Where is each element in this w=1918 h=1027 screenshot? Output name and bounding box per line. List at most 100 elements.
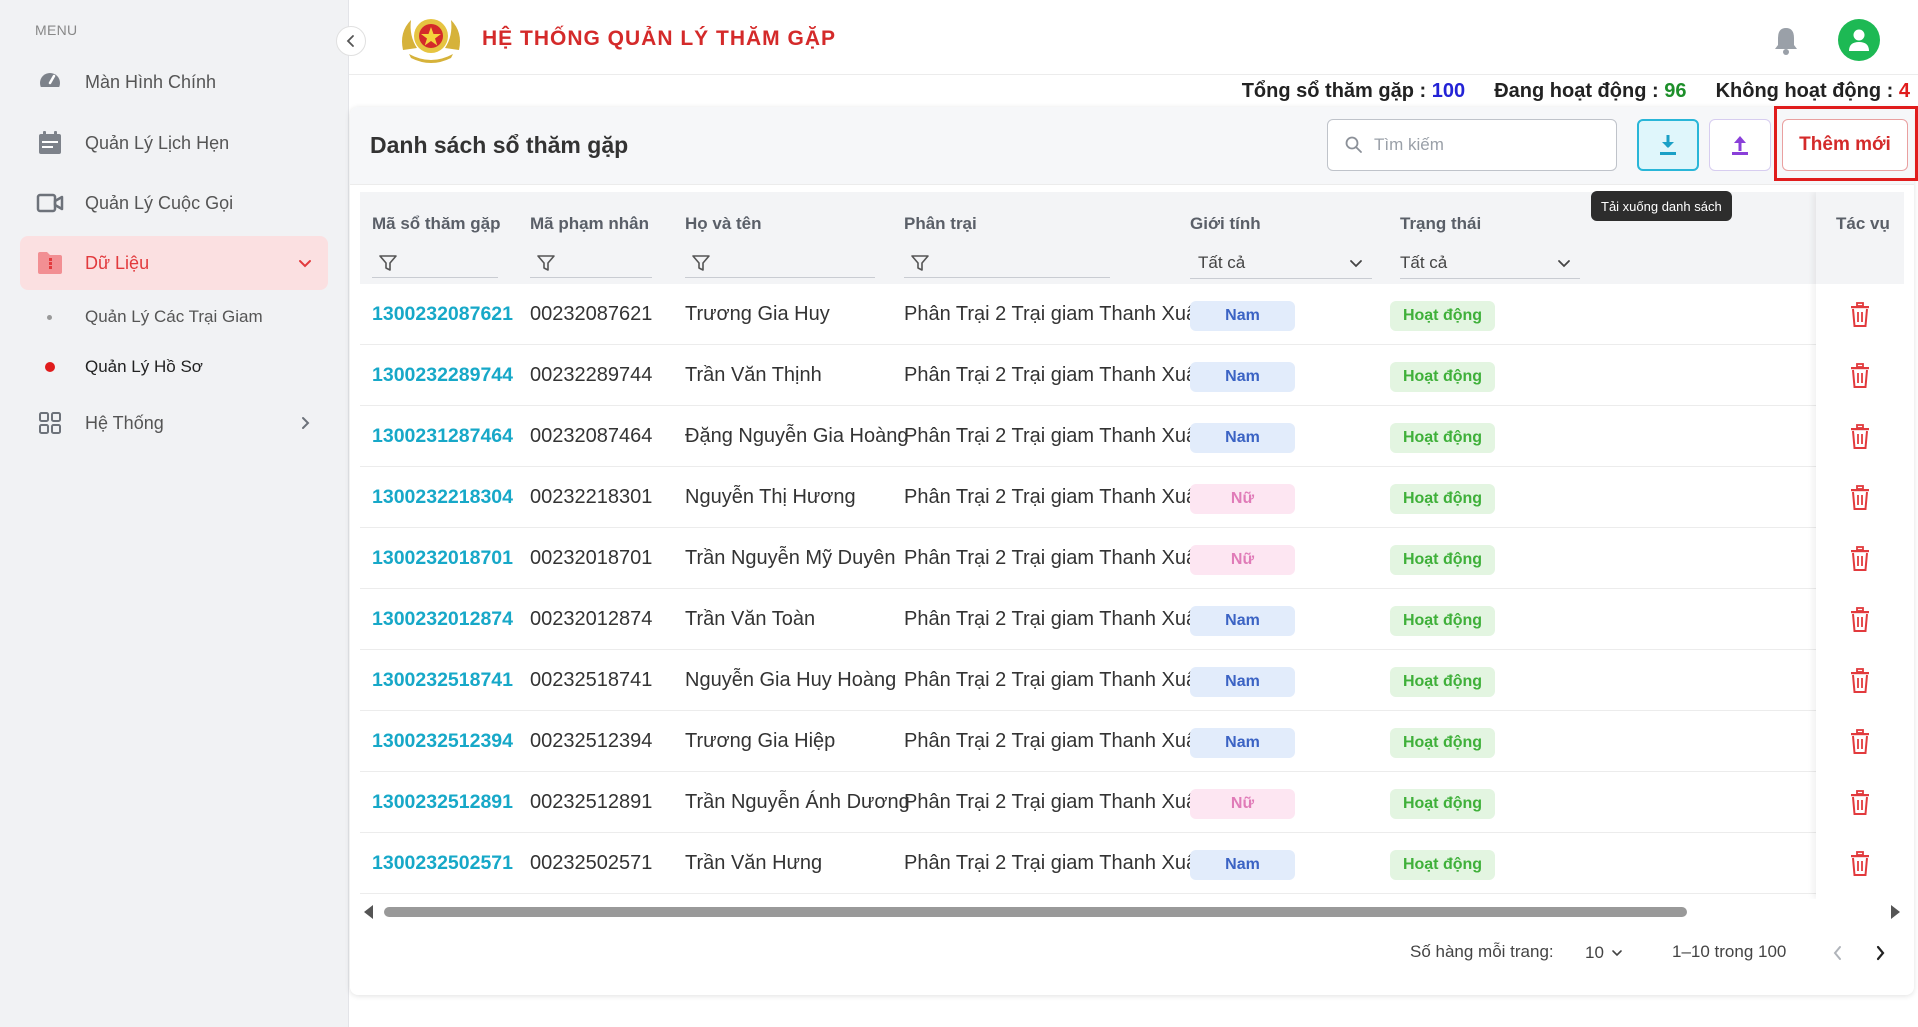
delete-icon[interactable]: [1849, 729, 1871, 755]
sidebar-collapse-button[interactable]: [336, 26, 366, 56]
table-row[interactable]: 1300232289744 00232289744 Trần Văn Thịnh Ph…: [360, 345, 1904, 406]
scroll-left-icon[interactable]: [364, 905, 373, 919]
filter-prisoner[interactable]: [530, 248, 652, 278]
horizontal-scrollbar[interactable]: [360, 899, 1904, 923]
table-row[interactable]: 1300232012874 00232012874 Trần Văn Toàn Phâ…: [360, 589, 1904, 650]
user-avatar[interactable]: [1838, 19, 1880, 61]
prev-page-button[interactable]: [1828, 943, 1848, 963]
sidebar-item-dashboard[interactable]: Màn Hình Chính: [20, 55, 328, 109]
sidebar-item-system[interactable]: Hệ Thống: [20, 396, 328, 450]
status-badge: Hoạt động: [1390, 728, 1495, 758]
record-code-link[interactable]: 1300232502571: [372, 852, 513, 875]
upload-button[interactable]: [1709, 119, 1771, 171]
status-badge: Hoạt động: [1390, 545, 1495, 575]
gender-filter-select[interactable]: Tất cả: [1190, 247, 1372, 279]
gender-badge: Nam: [1190, 362, 1295, 392]
table-row[interactable]: 1300232502571 00232502571 Trần Văn Hưng Phâ…: [360, 833, 1904, 894]
record-code-link[interactable]: 1300232087621: [372, 303, 513, 326]
record-code-link[interactable]: 1300232018701: [372, 547, 513, 570]
column-header-code[interactable]: Mã sổ thăm gặp: [372, 214, 500, 234]
gender-badge: Nam: [1190, 423, 1295, 453]
filter-icon: [537, 254, 555, 271]
camp-name: Phân Trại 2 Trại giam Thanh Xuân: [904, 364, 1209, 386]
sidebar-subitem-camps[interactable]: Quản Lý Các Trại Giam: [20, 297, 328, 337]
sidebar-item-label: Quản Lý Hồ Sơ: [85, 357, 203, 376]
delete-icon[interactable]: [1849, 546, 1871, 572]
chevron-right-icon: [296, 414, 314, 432]
download-button[interactable]: [1637, 119, 1699, 171]
status-filter-select[interactable]: Tất cả: [1400, 247, 1580, 279]
bell-icon[interactable]: [1772, 25, 1800, 55]
record-code-link[interactable]: 1300232012874: [372, 608, 513, 631]
delete-icon[interactable]: [1849, 485, 1871, 511]
table-row[interactable]: 1300232018701 00232018701 Trần Nguyễn Mỹ D…: [360, 528, 1904, 589]
delete-icon[interactable]: [1849, 424, 1871, 450]
gender-badge: Nam: [1190, 728, 1295, 758]
sidebar-item-label: Quản Lý Các Trại Giam: [85, 307, 263, 326]
status-badge: Hoạt động: [1390, 667, 1495, 697]
full-name: Nguyễn Thị Hương: [685, 486, 856, 508]
camp-name: Phân Trại 2 Trại giam Thanh Xuân: [904, 669, 1209, 691]
sidebar-item-calls[interactable]: Quản Lý Cuộc Gọi: [20, 176, 328, 230]
sidebar-item-data[interactable]: Dữ Liệu: [20, 236, 328, 290]
delete-icon[interactable]: [1849, 668, 1871, 694]
delete-icon[interactable]: [1849, 302, 1871, 328]
table-row[interactable]: 1300231287464 00232087464 Đặng Nguyễn Gia …: [360, 406, 1904, 467]
download-icon: [1660, 135, 1676, 155]
status-badge: Hoạt động: [1390, 789, 1495, 819]
table-row[interactable]: 1300232518741 00232518741 Nguyễn Gia Huy H…: [360, 650, 1904, 711]
search-input[interactable]: [1374, 135, 1604, 155]
chevron-down-icon: [1612, 950, 1622, 957]
rows-per-page-value: 10: [1585, 943, 1604, 962]
column-header-prisoner[interactable]: Mã phạm nhân: [530, 214, 649, 234]
records-card: Danh sách sổ thăm gặp Thêm mới Mã sổ thă…: [350, 107, 1914, 995]
record-code-link[interactable]: 1300231287464: [372, 425, 513, 448]
status-filter-value: Tất cả: [1400, 252, 1448, 272]
sidebar-item-appointments[interactable]: Quản Lý Lịch Hẹn: [20, 116, 328, 170]
column-header-name[interactable]: Họ và tên: [685, 214, 762, 234]
prisoner-id: 00232502571: [530, 852, 653, 874]
app-title: HỆ THỐNG QUẢN LÝ THĂM GẶP: [482, 27, 836, 50]
sidebar-item-label: Dữ Liệu: [85, 252, 150, 273]
actions-header-cell: Tác vụ: [1816, 192, 1904, 284]
delete-icon[interactable]: [1849, 851, 1871, 877]
sidebar-subitem-profiles[interactable]: Quản Lý Hồ Sơ: [20, 347, 328, 387]
record-code-link[interactable]: 1300232518741: [372, 669, 513, 692]
record-code-link[interactable]: 1300232512394: [372, 730, 513, 753]
search-box[interactable]: [1327, 119, 1617, 171]
table-row[interactable]: 1300232218304 00232218301 Nguyễn Thị Hương…: [360, 467, 1904, 528]
column-header-camp[interactable]: Phân trại: [904, 214, 977, 234]
record-code-link[interactable]: 1300232289744: [372, 364, 513, 387]
filter-camp[interactable]: [904, 248, 1110, 278]
rows-per-page-select[interactable]: 10: [1585, 939, 1635, 967]
next-page-button[interactable]: [1870, 943, 1890, 963]
delete-icon[interactable]: [1849, 363, 1871, 389]
delete-icon[interactable]: [1849, 607, 1871, 633]
table-row[interactable]: 1300232512891 00232512891 Trần Nguyễn Ánh …: [360, 772, 1904, 833]
delete-icon[interactable]: [1849, 790, 1871, 816]
chevron-down-icon: [296, 254, 314, 272]
gender-badge: Nam: [1190, 667, 1295, 697]
dashboard-icon: [36, 68, 64, 96]
filter-code[interactable]: [372, 248, 498, 278]
upload-icon: [1732, 136, 1748, 155]
record-code-link[interactable]: 1300232218304: [372, 486, 513, 509]
scroll-right-icon[interactable]: [1891, 905, 1900, 919]
scrollbar-thumb[interactable]: [384, 907, 1687, 917]
column-header-status[interactable]: Trạng thái: [1400, 214, 1481, 234]
full-name: Nguyễn Gia Huy Hoàng: [685, 669, 897, 691]
page-range: 1–10 trong 100: [1672, 942, 1787, 961]
filter-icon: [692, 254, 710, 271]
status-badge: Hoạt động: [1390, 850, 1495, 880]
column-header-gender[interactable]: Giới tính: [1190, 214, 1261, 234]
chevron-down-icon: [1350, 260, 1362, 268]
chevron-left-icon: [346, 35, 354, 47]
status-badge: Hoạt động: [1390, 301, 1495, 331]
camp-name: Phân Trại 2 Trại giam Thanh Xuân: [904, 608, 1209, 630]
table-row[interactable]: 1300232087621 00232087621 Trương Gia Huy Ph…: [360, 284, 1904, 345]
record-code-link[interactable]: 1300232512891: [372, 791, 513, 814]
actions-column: Tác vụ: [1816, 192, 1904, 899]
table-row[interactable]: 1300232512394 00232512394 Trương Gia Hiệp P…: [360, 711, 1904, 772]
filter-name[interactable]: [685, 248, 875, 278]
add-button-highlight: [1774, 106, 1918, 181]
